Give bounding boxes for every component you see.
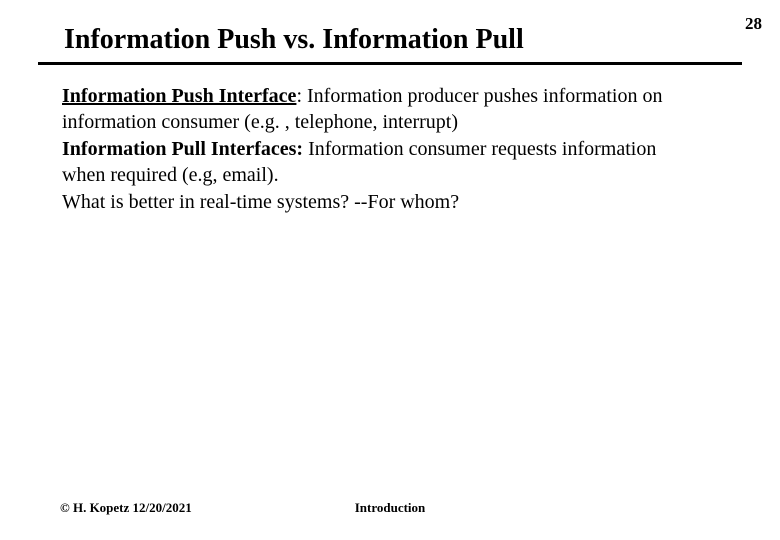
paragraph-1: Information Push Interface: Information … [62, 84, 700, 135]
footer-section-title: Introduction [60, 500, 720, 516]
pull-interface-label: Information Pull Interfaces: [62, 138, 303, 160]
push-interface-label: Information Push Interface [62, 85, 296, 107]
slide: 28 Information Push vs. Information Pull… [0, 0, 780, 540]
body-content: Information Push Interface: Information … [62, 84, 700, 218]
page-number: 28 [745, 14, 762, 34]
title-divider [38, 62, 742, 65]
paragraph-3: What is better in real-time systems? --F… [62, 190, 700, 216]
paragraph-2: Information Pull Interfaces: Information… [62, 137, 700, 188]
slide-title: Information Push vs. Information Pull [0, 0, 780, 66]
